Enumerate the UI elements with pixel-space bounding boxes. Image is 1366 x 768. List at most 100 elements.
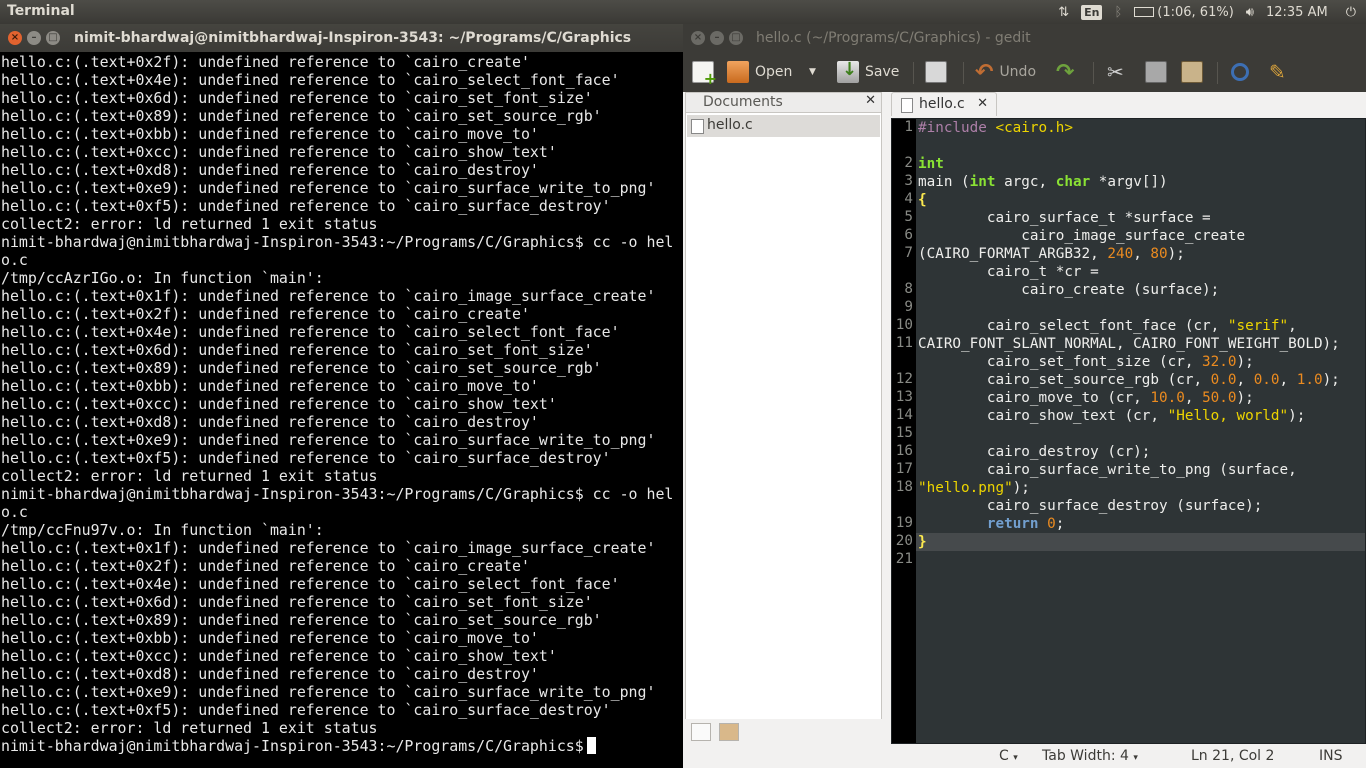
code-token: cairo_destroy (cr); <box>918 444 1151 460</box>
minimize-icon[interactable]: – <box>27 31 41 45</box>
terminal-line: hello.c:(.text+0x89): undefined referenc… <box>1 359 602 377</box>
toolbar-separator <box>1217 62 1218 84</box>
gedit-window-controls: × – □ <box>691 31 743 45</box>
terminal-line: /tmp/ccFnu97v.o: In function `main': <box>1 521 324 539</box>
replace-icon: ✎ <box>1269 60 1286 84</box>
terminal-line: hello.c:(.text+0x1f): undefined referenc… <box>1 539 656 557</box>
code-token: cairo_surface_write_to_png (surface, <box>918 462 1297 478</box>
code-token: 80 <box>1150 246 1168 262</box>
bluetooth-icon[interactable]: ᛒ <box>1108 0 1128 24</box>
save-button[interactable]: Save <box>837 58 899 86</box>
terminal-prompt: nimit-bhardwaj@nimitbhardwaj-Inspiron-35… <box>1 737 584 755</box>
line-number: 11 <box>895 335 913 351</box>
clock[interactable]: 12:35 AM <box>1260 0 1340 24</box>
open-recent-dropdown[interactable]: ▼ <box>809 58 816 86</box>
copy-button[interactable] <box>1145 58 1167 86</box>
line-number: 1 <box>904 119 913 135</box>
code-line: return 0; <box>918 515 1064 533</box>
redo-button[interactable]: ↷ <box>1056 58 1074 86</box>
terminal-line: hello.c:(.text+0xe9): undefined referenc… <box>1 431 656 449</box>
close-icon[interactable]: × <box>8 31 22 45</box>
document-name: hello.c <box>707 117 753 133</box>
battery-indicator[interactable]: (1:06, 61%) <box>1128 0 1240 24</box>
paste-icon <box>1181 61 1203 83</box>
line-number: 16 <box>895 443 913 459</box>
close-icon[interactable]: ✕ <box>865 93 876 108</box>
undo-button[interactable]: ↶ Undo <box>975 58 1036 86</box>
code-line: cairo_show_text (cr, "Hello, world"); <box>918 407 1306 425</box>
terminal-output[interactable]: hello.c:(.text+0x2f): undefined referenc… <box>0 52 683 755</box>
close-icon[interactable]: × <box>691 31 705 45</box>
code-token: , <box>1236 372 1254 388</box>
network-icon[interactable]: ⇅ <box>1052 0 1075 24</box>
document-list-item[interactable]: hello.c <box>687 115 880 137</box>
code-token: ); <box>1322 372 1340 388</box>
find-button[interactable] <box>1231 58 1249 86</box>
print-button[interactable] <box>925 58 947 86</box>
code-token: , <box>1279 372 1297 388</box>
line-number: 10 <box>895 317 913 333</box>
paste-button[interactable] <box>1181 58 1203 86</box>
terminal-line: hello.c:(.text+0xe9): undefined referenc… <box>1 683 656 701</box>
toolbar-separator <box>1093 62 1094 84</box>
code-token: 240 <box>1107 246 1134 262</box>
code-token: { <box>918 192 927 208</box>
code-token: cairo_show_text (cr, <box>918 408 1168 424</box>
close-icon[interactable]: ✕ <box>977 96 988 111</box>
code-token: char <box>1055 174 1091 190</box>
find-replace-button[interactable]: ✎ <box>1269 58 1286 86</box>
open-button[interactable]: Open <box>727 58 792 86</box>
side-panel: Documents ✕ hello.c <box>685 92 882 744</box>
documents-tab-icon[interactable] <box>691 723 711 741</box>
language-selector[interactable]: C ▾ <box>999 748 1018 764</box>
code-line: (CAIRO_FORMAT_ARGB32, 240, 80); <box>918 245 1185 263</box>
maximize-icon[interactable]: □ <box>46 31 60 45</box>
side-panel-header: Documents ✕ <box>686 93 881 113</box>
terminal-line: o.c <box>1 503 28 521</box>
code-token: #include <box>918 120 996 136</box>
gedit-titlebar[interactable]: × – □ hello.c (~/Programs/C/Graphics) - … <box>683 24 1366 52</box>
code-line: } <box>918 533 927 551</box>
terminal-line: collect2: error: ld returned 1 exit stat… <box>1 467 378 485</box>
maximize-icon[interactable]: □ <box>729 31 743 45</box>
input-method-indicator[interactable]: En <box>1075 0 1108 24</box>
code-token: CAIRO_FONT_SLANT_NORMAL, CAIRO_FONT_WEIG… <box>918 336 1340 352</box>
code-token: cairo_set_source_rgb (cr, <box>918 372 1211 388</box>
new-document-icon <box>692 61 717 88</box>
terminal-line: hello.c:(.text+0xd8): undefined referenc… <box>1 161 539 179</box>
volume-icon[interactable]: 🔊︎ <box>1240 0 1260 24</box>
code-editor[interactable]: 1 2 3 4 5 6 7 8 9 10 11 12 13 14 15 16 17 18 19 20 21 #inclu… <box>891 118 1366 744</box>
battery-label: (1:06, 61%) <box>1157 4 1234 20</box>
code-token: "Hello, world" <box>1167 408 1289 424</box>
terminal-titlebar[interactable]: × – □ nimit-bhardwaj@nimitbhardwaj-Inspi… <box>0 24 683 52</box>
code-token: return <box>986 516 1039 532</box>
tab-hello-c[interactable]: hello.c ✕ <box>891 92 997 116</box>
line-number-gutter: 1 2 3 4 5 6 7 8 9 10 11 12 13 14 15 16 17 18 19 20 21 <box>892 119 916 743</box>
tab-width-selector[interactable]: Tab Width: 4 ▾ <box>1042 748 1138 764</box>
battery-icon <box>1134 7 1155 17</box>
code-token: cairo_set_font_size (cr, <box>918 354 1203 370</box>
code-line: main (int argc, char *argv[]) <box>918 173 1168 191</box>
new-button[interactable] <box>692 58 717 88</box>
terminal-line: hello.c:(.text+0xd8): undefined referenc… <box>1 665 539 683</box>
code-token: ); <box>1236 354 1254 370</box>
terminal-line: hello.c:(.text+0xd8): undefined referenc… <box>1 413 539 431</box>
line-number: 20 <box>895 533 913 549</box>
power-icon[interactable]: ⏻ <box>1340 0 1366 24</box>
file-browser-tab-icon[interactable] <box>719 723 739 741</box>
code-token: cairo_create (surface); <box>918 282 1220 298</box>
code-line: cairo_surface_t *surface = <box>918 209 1211 227</box>
terminal-line: collect2: error: ld returned 1 exit stat… <box>1 215 378 233</box>
minimize-icon[interactable]: – <box>710 31 724 45</box>
code-token: cairo_surface_destroy (surface); <box>918 498 1263 514</box>
line-number: 3 <box>904 173 913 189</box>
code-line: #include <cairo.h> <box>918 119 1073 137</box>
code-token: } <box>918 534 927 550</box>
code-token: argc, <box>995 174 1056 190</box>
undo-icon: ↶ <box>975 59 994 85</box>
open-folder-icon <box>727 61 749 83</box>
terminal-line: hello.c:(.text+0x4e): undefined referenc… <box>1 323 620 341</box>
line-number: 18 <box>895 479 913 495</box>
cut-button[interactable]: ✂ <box>1107 58 1124 86</box>
